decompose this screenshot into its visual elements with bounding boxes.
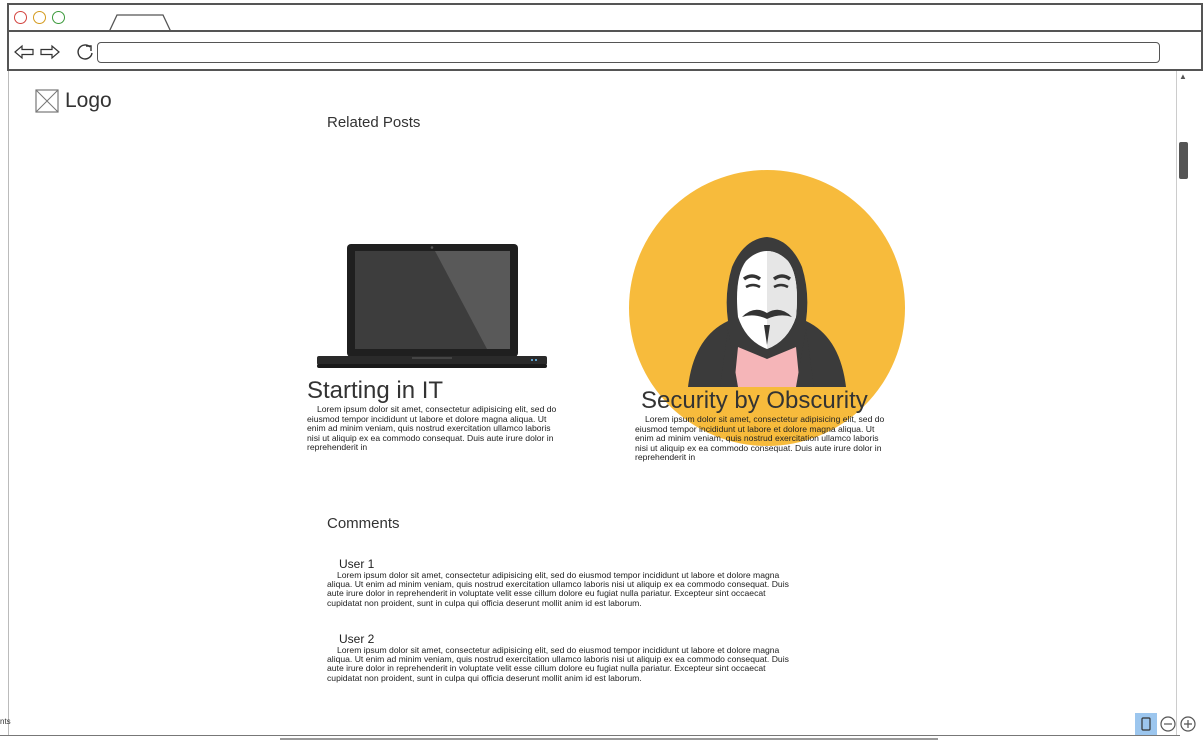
arrow-left-icon[interactable] [14,44,34,60]
logo-text: Logo [65,89,112,112]
browser-toolbar [7,30,1203,71]
related-posts-heading: Related Posts [327,114,421,131]
zoom-controls [1135,713,1197,735]
comment-text: Lorem ipsum dolor sit amet, consectetur … [327,645,789,683]
related-post-card[interactable]: Security by Obscurity Lorem ipsum dolor … [635,387,890,463]
status-text: nts [0,717,11,726]
maximize-window-button[interactable] [52,11,65,24]
image-placeholder-icon [35,89,59,113]
zoom-out-icon[interactable] [1159,715,1177,733]
post-excerpt: Lorem ipsum dolor sit amet, consectetur … [635,414,885,463]
page-bottom-border [0,735,1180,736]
horizontal-scrollbar[interactable] [280,738,938,740]
comment-item: User 2 Lorem ipsum dolor sit amet, conse… [327,632,797,683]
vertical-scrollbar[interactable]: ▲ [1176,71,1189,735]
arrow-right-icon[interactable] [40,44,60,60]
comment-author: User 1 [339,557,375,571]
reload-icon[interactable] [75,42,95,62]
browser-window: Logo Related Posts Starting in IT Lorem … [0,0,1203,742]
comment-text: Lorem ipsum dolor sit amet, consectetur … [327,570,789,608]
page-viewport: Logo Related Posts Starting in IT Lorem … [8,71,1176,735]
post-excerpt: Lorem ipsum dolor sit amet, consectetur … [307,404,557,453]
scroll-up-icon[interactable]: ▲ [1179,73,1187,81]
comment-author: User 2 [339,632,375,646]
mobile-device-icon[interactable] [1135,713,1157,735]
close-window-button[interactable] [14,11,27,24]
site-logo[interactable]: Logo [35,89,112,113]
comments-heading: Comments [327,515,400,532]
title-bar [7,3,1203,33]
address-bar[interactable] [97,42,1160,63]
comment-item: User 1 Lorem ipsum dolor sit amet, conse… [327,557,797,608]
scrollbar-thumb[interactable] [1179,142,1188,179]
related-post-card[interactable]: Starting in IT Lorem ipsum dolor sit ame… [307,377,562,453]
laptop-image[interactable] [317,242,547,372]
zoom-in-icon[interactable] [1179,715,1197,733]
minimize-window-button[interactable] [33,11,46,24]
post-title[interactable]: Starting in IT [307,377,562,405]
post-title[interactable]: Security by Obscurity [641,387,890,415]
